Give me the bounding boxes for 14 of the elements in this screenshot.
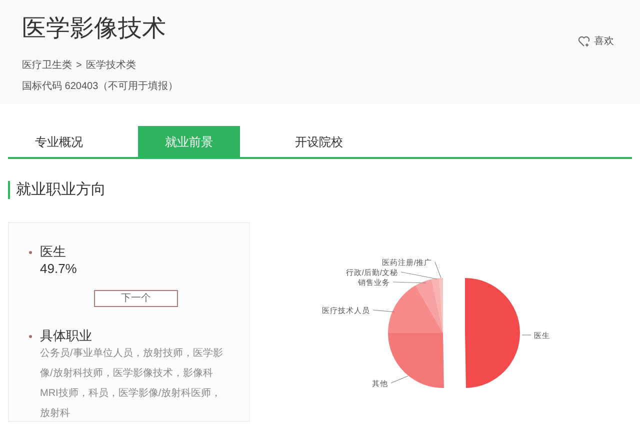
page-title: 医学影像技术 — [22, 14, 167, 44]
next-button[interactable]: 下一个 — [94, 290, 178, 306]
career-share: 49.7% — [40, 260, 77, 278]
tab[interactable]: 专业概况 — [8, 126, 110, 157]
section-title: 就业职业方向 — [16, 180, 106, 200]
breadcrumb-link[interactable]: 医学技术类 — [86, 58, 136, 73]
like-button[interactable]: 喜欢 — [578, 34, 614, 49]
jobs-text: 公务员/事业单位人员，放射技师，医学影像/放射科技师，医学影像技术，影像科MRI技师，科员，医学影像/放射科医师，放射科 — [40, 346, 224, 420]
breadcrumb-link[interactable]: 医疗卫生类 — [22, 58, 72, 73]
tab[interactable]: 开设院校 — [268, 126, 370, 157]
career-name: 医生 — [40, 242, 67, 260]
code-text: 国标代码 620403（不可用于填报） — [22, 80, 178, 94]
jobs-title: 具体职业 — [40, 326, 93, 344]
breadcrumb-separator: > — [76, 59, 82, 73]
